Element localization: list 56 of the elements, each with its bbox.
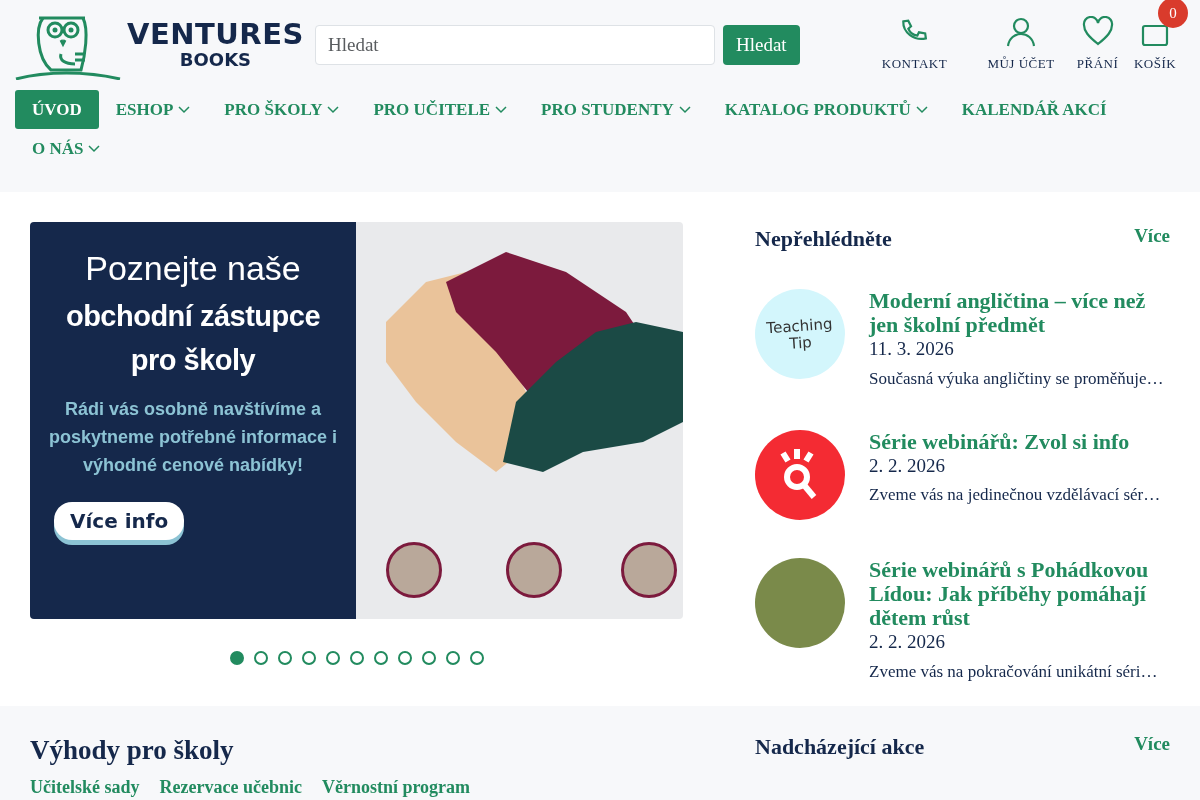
carousel-dot[interactable] [469, 651, 484, 665]
user-icon [1005, 16, 1037, 49]
carousel-dot[interactable] [373, 651, 388, 665]
carousel-dot[interactable] [253, 651, 268, 665]
banner-text: Rádi vás osobně navštívíme a poskytneme potřebné informace i výhodné cenové nabídky! [47, 398, 339, 478]
nav-link[interactable]: PRO UČITELE [356, 90, 525, 129]
banner-heading: obchodní zástupce pro školy [64, 299, 322, 378]
nav-link[interactable]: PRO STUDENTY [524, 90, 708, 129]
article-excerpt: Současná výuka angličtiny se proměňuje… [869, 368, 1165, 391]
nav-link[interactable]: O NÁS [15, 129, 118, 168]
action-label: KONTAKT [881, 55, 948, 74]
more-link[interactable]: Více [1134, 730, 1170, 759]
header-action-link[interactable]: PŘÁNÍ [1070, 16, 1125, 74]
logo-wordmark: VENTURES [127, 19, 304, 49]
article-date: 2. 2. 2026 [869, 453, 946, 478]
article-excerpt: Zveme vás na jedinečnou vzdělávací sér… [869, 484, 1161, 507]
nav-link[interactable]: KALENDÁŘ AKCÍ [944, 90, 1124, 129]
article-title-link[interactable]: Moderní angličtina – více než jen školní předmět [869, 289, 1170, 338]
cart-count-badge: 0 [1158, 0, 1188, 29]
article-date: 2. 2. 2026 [869, 630, 946, 655]
person-photo-placeholder [386, 542, 442, 598]
header-action-link[interactable]: MŮJ ÚČET [972, 16, 1070, 74]
carousel-dot[interactable] [349, 651, 364, 665]
carousel-dot[interactable] [325, 651, 340, 665]
article-excerpt: Zveme vás na pokračování unikátní séri… [869, 660, 1159, 683]
banner-heading: Poznejte naše [84, 250, 302, 288]
nav-link[interactable]: ESHOP [98, 90, 208, 129]
benefit-tab[interactable]: Věrnostní program [321, 776, 471, 799]
logo-subtitle: BOOKS [178, 48, 253, 71]
carousel-dot[interactable] [445, 651, 460, 665]
nav-link[interactable]: KATALOG PRODUKTŮ [707, 90, 945, 129]
benefit-tab[interactable]: Rezervace učebnic [159, 776, 302, 799]
search-field[interactable]: Hledat [315, 25, 715, 65]
section-title: Výhody pro školy [30, 734, 235, 767]
article-title-link[interactable]: Série webinářů s Pohádkovou Lídou: Jak příběhy pomáhají dětem růst [869, 557, 1170, 631]
action-label: KOŠÍK [1133, 55, 1177, 74]
search-button[interactable]: Hledat [723, 25, 800, 65]
carousel-dot[interactable] [277, 651, 292, 665]
carousel-dot[interactable] [301, 651, 316, 665]
nav-link[interactable]: ÚVOD [15, 90, 99, 129]
carousel-dot[interactable] [229, 651, 244, 665]
person-photo-placeholder [506, 542, 562, 598]
article-title-link[interactable]: Série webinářů: Zvol si info [869, 429, 1161, 454]
person-photo-placeholder [621, 542, 677, 598]
benefit-tab[interactable]: Učitelské sady [30, 776, 140, 799]
action-label: PŘÁNÍ [1076, 55, 1119, 74]
thumbnail-text: Teaching Tip [764, 315, 834, 353]
action-label: MŮJ ÚČET [987, 55, 1055, 74]
more-link[interactable]: Více [1134, 222, 1170, 251]
nav-link[interactable]: PRO ŠKOLY [207, 90, 357, 129]
section-title: Nadcházející akce [755, 733, 925, 761]
article-date: 11. 3. 2026 [869, 337, 955, 362]
section-title: Nepřehlédněte [755, 225, 892, 253]
carousel-dot[interactable] [421, 651, 436, 665]
carousel-dot[interactable] [397, 651, 412, 665]
header-action-link[interactable]: KONTAKT [857, 16, 972, 74]
